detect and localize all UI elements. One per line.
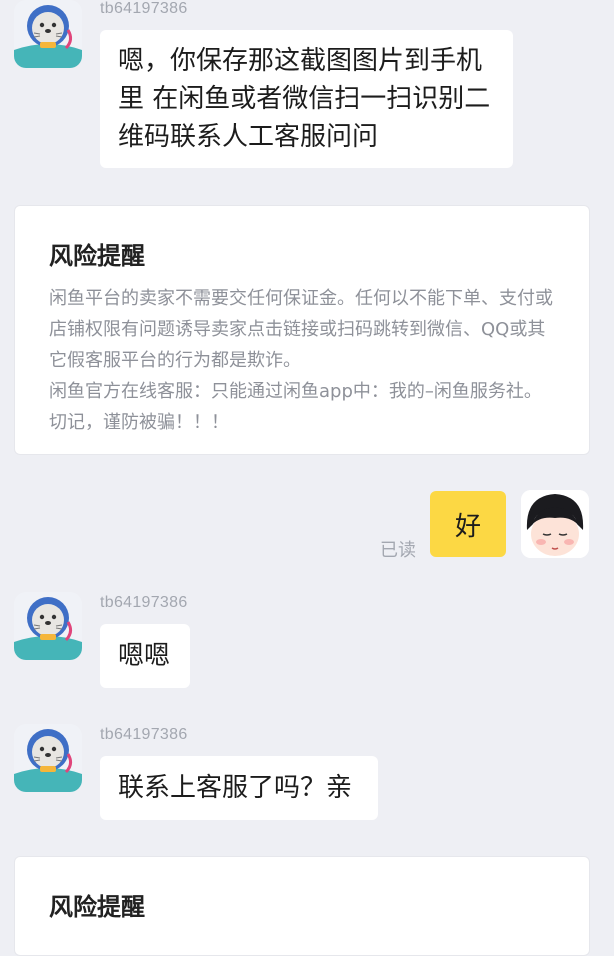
risk-warning-card: 风险提醒 bbox=[14, 856, 590, 956]
read-status: 已读 bbox=[380, 540, 416, 561]
risk-card-body-official: 闲鱼官方在线客服：只能通过闲鱼app中：我的–闲鱼服务社。切记，谨防被骗！！！ bbox=[49, 381, 542, 433]
message-bubble[interactable]: 嗯嗯 bbox=[100, 624, 190, 688]
seal-avatar-icon[interactable] bbox=[14, 592, 82, 660]
risk-card-title: 风险提醒 bbox=[49, 242, 145, 270]
message-bubble[interactable]: 联系上客服了吗？亲 bbox=[100, 756, 378, 820]
girl-avatar-icon[interactable] bbox=[521, 490, 589, 558]
message-username: tb64197386 bbox=[100, 0, 188, 17]
message-bubble[interactable]: 嗯，你保存那这截图图片到手机里 在闲鱼或者微信扫一扫识别二维码联系人工客服问问 bbox=[100, 30, 513, 168]
seal-avatar-icon[interactable] bbox=[14, 724, 82, 792]
message-username: tb64197386 bbox=[100, 594, 188, 611]
my-message-text: 好 bbox=[454, 511, 481, 542]
message-text: 嗯嗯 bbox=[118, 641, 171, 671]
seal-avatar-icon[interactable] bbox=[14, 0, 82, 68]
risk-warning-card: 风险提醒 闲鱼平台的卖家不需要交任何保证金。任何以不能下单、支付或店铺权限有问题… bbox=[14, 205, 590, 455]
message-text: 联系上客服了吗？亲 bbox=[118, 773, 353, 803]
risk-card-body: 闲鱼平台的卖家不需要交任何保证金。任何以不能下单、支付或店铺权限有问题诱导卖家点… bbox=[49, 288, 553, 371]
risk-card-title: 风险提醒 bbox=[49, 893, 145, 921]
my-message-bubble[interactable]: 好 bbox=[430, 491, 506, 557]
message-username: tb64197386 bbox=[100, 726, 188, 743]
message-text: 嗯，你保存那这截图图片到手机里 在闲鱼或者微信扫一扫识别二维码联系人工客服问问 bbox=[118, 46, 491, 152]
